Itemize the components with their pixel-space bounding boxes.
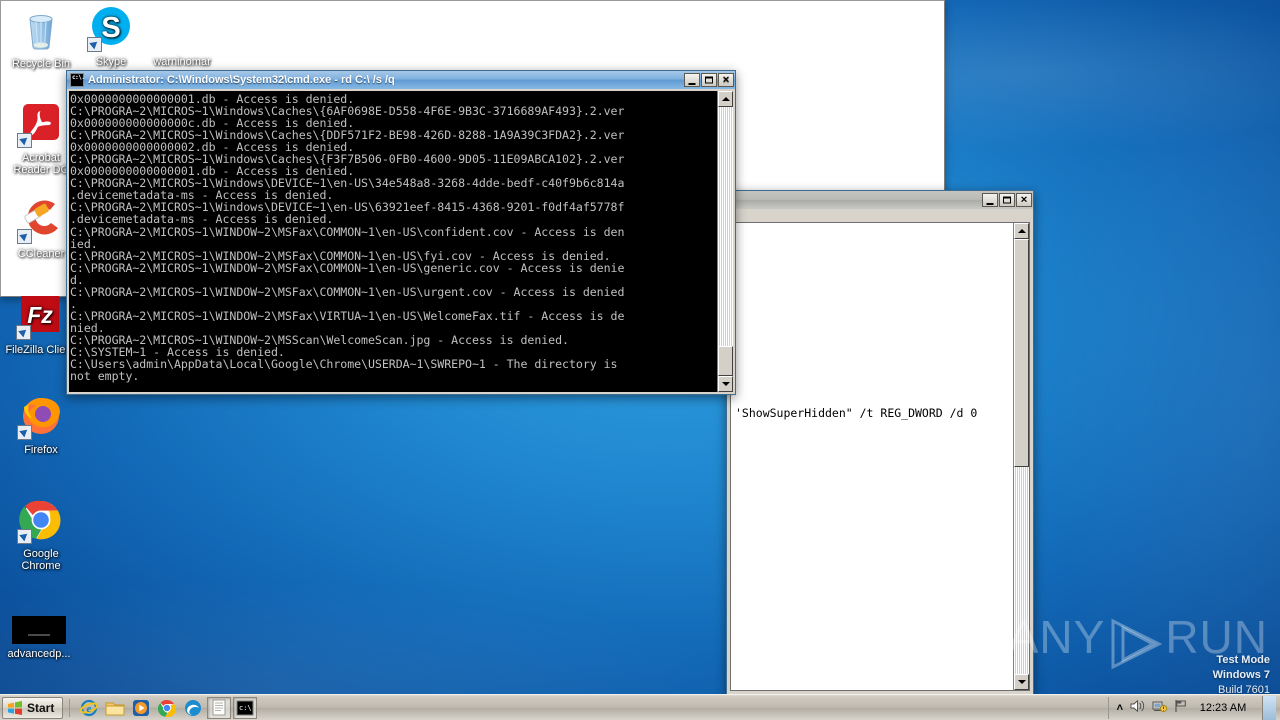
generic-file-icon — [158, 4, 206, 52]
vscroll-track[interactable] — [1014, 239, 1029, 674]
network-icon[interactable] — [1152, 699, 1168, 716]
taskbar-windows-explorer-icon[interactable] — [103, 697, 127, 719]
cmd-window-titlebar[interactable]: Administrator: C:\Windows\System32\cmd.e… — [67, 71, 735, 89]
taskbar-google-chrome-icon[interactable] — [155, 697, 179, 719]
anyrun-play-icon — [1107, 618, 1163, 670]
close-button[interactable]: ✕ — [1016, 193, 1032, 207]
windows-logo-icon — [8, 700, 22, 715]
desktop-icon-label: Google Chrome — [21, 548, 61, 572]
desktop-icon-label: Firefox — [24, 444, 58, 456]
scroll-down-button[interactable] — [718, 376, 733, 392]
svg-text:S: S — [101, 12, 120, 44]
ccleaner-icon — [17, 196, 65, 244]
start-button-label: Start — [27, 700, 55, 715]
desktop-icon-label: Skype — [95, 56, 127, 68]
start-button[interactable]: Start — [2, 696, 64, 719]
cmd-window-controls[interactable]: ✕ — [684, 73, 734, 87]
taskbar[interactable]: Start e c:\ ˄ 12:23 AM — [0, 694, 1280, 720]
cmd-icon — [70, 73, 84, 87]
desktop-icon-google-chrome[interactable]: Google Chrome — [4, 496, 78, 572]
svg-text:e: e — [87, 703, 92, 715]
background-window-text-area[interactable]: 'ShowSuperHidden" /t REG_DWORD /d 0 — [731, 223, 1013, 690]
os-version-label: Windows 7 — [1212, 669, 1270, 681]
desktop-icon-skype[interactable]: S Skype — [74, 4, 148, 68]
test-mode-label: Test Mode — [1216, 654, 1270, 666]
background-window-titlebar[interactable]: ✕ — [727, 191, 1033, 209]
taskbar-clock[interactable]: 12:23 AM — [1195, 702, 1251, 714]
svg-text:Fz: Fz — [27, 302, 53, 328]
cmd-vertical-scrollbar[interactable] — [717, 91, 733, 392]
background-vertical-scrollbar[interactable] — [1013, 223, 1029, 690]
google-chrome-icon — [17, 496, 65, 544]
cmd-window-title: Administrator: C:\Windows\System32\cmd.e… — [88, 74, 395, 86]
taskbar-cmd-icon[interactable]: c:\ — [233, 696, 258, 719]
filezilla-icon: Fz — [16, 292, 64, 340]
volume-icon[interactable] — [1130, 699, 1145, 716]
desktop-icon-label: warninomar — [153, 56, 211, 68]
shortcut-overlay-icon — [17, 229, 32, 244]
scroll-down-button[interactable] — [1014, 674, 1029, 690]
shortcut-overlay-icon — [87, 37, 102, 52]
acrobat-reader-icon — [17, 100, 65, 148]
shortcut-overlay-icon — [17, 425, 32, 440]
desktop-icon-recycle-bin[interactable]: Recycle Bin — [4, 6, 78, 70]
taskbar-notepad-icon[interactable] — [207, 696, 232, 719]
recycle-bin-icon — [17, 6, 65, 54]
background-window-client[interactable]: 'ShowSuperHidden" /t REG_DWORD /d 0 — [730, 222, 1030, 691]
skype-icon: S — [87, 4, 135, 52]
cmd-console-output: 0x0000000000000001.db - Access is denied… — [70, 92, 625, 384]
vscroll-thumb[interactable] — [718, 346, 733, 376]
svg-text:c:\: c:\ — [239, 704, 252, 712]
desktop[interactable]: Recycle Bin S Skype warninomar Acrobat R… — [0, 0, 1280, 720]
vscroll-track[interactable] — [718, 107, 733, 376]
cmd-console-body[interactable]: 0x0000000000000001.db - Access is denied… — [69, 91, 733, 392]
desktop-icon-advancedp[interactable]: advancedp... — [0, 608, 78, 660]
shortcut-overlay-icon — [16, 325, 31, 340]
desktop-icon-firefox[interactable]: Firefox — [4, 392, 78, 456]
shortcut-overlay-icon — [17, 133, 32, 148]
firefox-icon — [17, 392, 65, 440]
system-tray[interactable]: ˄ 12:23 AM — [1107, 695, 1280, 720]
shortcut-overlay-icon — [17, 529, 32, 544]
maximize-button[interactable] — [999, 193, 1015, 207]
show-desktop-button[interactable] — [1262, 695, 1276, 720]
cmd-window[interactable]: Administrator: C:\Windows\System32\cmd.e… — [66, 70, 736, 395]
vscroll-thumb[interactable] — [1014, 239, 1029, 467]
show-hidden-icons-button[interactable]: ˄ — [1117, 702, 1123, 714]
scroll-up-button[interactable] — [718, 91, 733, 107]
taskbar-internet-explorer-icon[interactable]: e — [77, 697, 101, 719]
desktop-icon-label: Recycle Bin — [11, 58, 71, 70]
desktop-icon-label: advancedp... — [7, 648, 71, 660]
action-center-flag-icon[interactable] — [1174, 699, 1188, 716]
scroll-up-button[interactable] — [1014, 223, 1029, 239]
taskbar-media-player-icon[interactable] — [129, 697, 153, 719]
taskbar-divider — [69, 698, 71, 717]
minimize-button[interactable] — [684, 73, 700, 87]
background-window[interactable]: ✕ 'ShowSuperHidden" /t REG_DWORD /d 0 — [726, 190, 1034, 695]
desktop-icon-warninomar[interactable]: warninomar — [145, 4, 219, 68]
taskbar-edge-icon[interactable] — [181, 697, 205, 719]
background-window-text: 'ShowSuperHidden" /t REG_DWORD /d 0 — [735, 406, 978, 420]
background-window-controls[interactable]: ✕ — [982, 193, 1032, 207]
console-app-icon — [12, 616, 66, 644]
test-mode-watermark: Test Mode Windows 7 Build 7601 — [1213, 653, 1270, 698]
background-window-toolbar — [729, 211, 1031, 221]
maximize-button[interactable] — [701, 73, 717, 87]
minimize-button[interactable] — [982, 193, 998, 207]
close-button[interactable]: ✕ — [718, 73, 734, 87]
